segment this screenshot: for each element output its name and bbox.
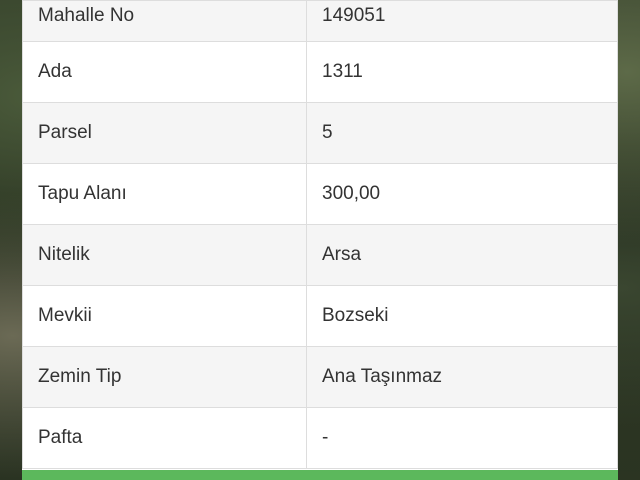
satellite-map-background: Mahalle No 149051 Ada 1311 Parsel 5 Tapu…	[0, 0, 640, 480]
table-row-mahalle-no: Mahalle No 149051	[22, 0, 618, 42]
table-row-tapu-alani: Tapu Alanı 300,00	[22, 163, 618, 225]
table-row-zemin-tip: Zemin Tip Ana Taşınmaz	[22, 346, 618, 408]
table-row-mevkii: Mevkii Bozseki	[22, 285, 618, 347]
row-label: Zemin Tip	[22, 346, 307, 408]
parcel-info-table: Mahalle No 149051 Ada 1311 Parsel 5 Tapu…	[22, 0, 618, 469]
row-value: 300,00	[306, 163, 618, 225]
table-row-parsel: Parsel 5	[22, 102, 618, 164]
parcel-info-panel: Mahalle No 149051 Ada 1311 Parsel 5 Tapu…	[22, 0, 618, 480]
row-value: 5	[306, 102, 618, 164]
row-value: 149051	[306, 0, 618, 42]
row-label: Ada	[22, 41, 307, 103]
row-label: Pafta	[22, 407, 307, 469]
row-value: 1311	[306, 41, 618, 103]
row-label: Nitelik	[22, 224, 307, 286]
row-label: Parsel	[22, 102, 307, 164]
table-row-ada: Ada 1311	[22, 41, 618, 103]
row-label: Mevkii	[22, 285, 307, 347]
row-label: Tapu Alanı	[22, 163, 307, 225]
row-value: -	[306, 407, 618, 469]
row-value: Ana Taşınmaz	[306, 346, 618, 408]
row-value: Bozseki	[306, 285, 618, 347]
green-action-bar[interactable]	[22, 470, 618, 480]
row-value: Arsa	[306, 224, 618, 286]
table-row-nitelik: Nitelik Arsa	[22, 224, 618, 286]
row-label: Mahalle No	[22, 0, 307, 42]
table-row-pafta: Pafta -	[22, 407, 618, 469]
